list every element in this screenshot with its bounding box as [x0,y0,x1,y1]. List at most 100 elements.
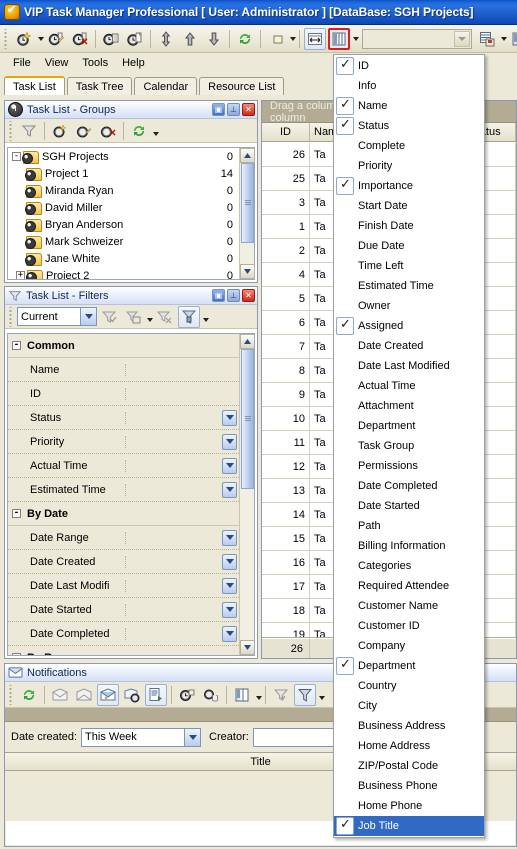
menu-item-categories[interactable]: Categories [334,556,484,576]
new-task-dropdown-arrow[interactable] [38,36,44,41]
inbox-icon[interactable] [97,683,119,706]
view-mode-icon[interactable] [265,28,287,50]
restore-icon[interactable]: ▣ [212,289,225,302]
menu-item-file[interactable]: File [6,56,38,70]
columns-icon[interactable] [231,684,253,706]
apply-filter-icon[interactable] [98,306,120,328]
grid-options-icon[interactable] [508,28,517,50]
columns-dropdown-arrow[interactable] [256,695,262,700]
menu-item-finish-date[interactable]: Finish Date [334,216,484,236]
layout-combo-chevron-down-icon[interactable] [454,30,470,47]
mark-unread-icon[interactable] [73,684,95,706]
edit-task-icon[interactable] [45,28,67,50]
delete-filter-icon[interactable] [178,305,200,328]
filter-row-date-last-modified[interactable]: Date Last Modifi [8,574,239,598]
filter-group-by-resource[interactable]: - By Resource [8,646,239,655]
filter-icon[interactable] [294,683,316,706]
tree-node-bryan-anderson[interactable]: Bryan Anderson 0 [8,216,239,233]
edit-group-icon[interactable] [73,120,95,142]
filter-dropdown-arrow[interactable] [319,695,325,700]
menu-item-time-left[interactable]: Time Left [334,256,484,276]
delete-task-icon[interactable] [69,28,91,50]
tab-task-list[interactable]: Task List [4,76,65,95]
menu-item-name[interactable]: Name [334,96,484,116]
filter-row-priority[interactable]: Priority [8,430,239,454]
menu-item-help[interactable]: Help [115,56,152,70]
scroll-up-icon[interactable] [239,334,254,349]
task-properties-icon[interactable] [100,28,122,50]
menu-item-job-title[interactable]: Job Title [334,816,484,836]
new-group-icon[interactable] [49,120,71,142]
filter-icon[interactable] [18,120,40,142]
menu-item-owner[interactable]: Owner [334,296,484,316]
filter-value[interactable] [126,625,239,642]
menu-item-task-group[interactable]: Task Group [334,436,484,456]
tree-node-sgh-projects[interactable]: - SGH Projects 0 [8,148,239,165]
menu-item-due-date[interactable]: Due Date [334,236,484,256]
scrollbar-thumb[interactable] [240,163,254,243]
refresh-icon[interactable] [234,28,256,50]
chevron-down-icon[interactable] [222,601,237,618]
filter-row-actual-time[interactable]: Actual Time [8,454,239,478]
filter-row-name[interactable]: Name [8,358,239,382]
expander-icon[interactable]: - [12,152,21,161]
menu-item-id[interactable]: ID [334,56,484,76]
filter-value[interactable] [126,481,239,498]
tab-task-tree[interactable]: Task Tree [66,77,133,95]
groups-refresh-dropdown-arrow[interactable] [153,131,159,136]
current-filter-combo[interactable]: Current [17,307,97,326]
filter-value[interactable] [126,553,239,570]
toolbar-grip[interactable] [3,28,10,49]
chevron-down-icon[interactable] [222,433,237,450]
menu-item-date-last-modified[interactable]: Date Last Modified [334,356,484,376]
filters-vertical-scrollbar[interactable] [239,334,254,655]
chevron-down-icon[interactable] [222,529,237,546]
pin-icon[interactable]: ⊥ [227,103,240,116]
chevron-down-icon[interactable] [222,481,237,498]
menu-item-required-attendee[interactable]: Required Attendee [334,576,484,596]
tree-node-miranda-ryan[interactable]: Miranda Ryan 0 [8,182,239,199]
column-chooser-icon[interactable] [328,27,350,50]
filter-row-date-completed[interactable]: Date Completed [8,622,239,646]
filters-toolbar-grip[interactable] [8,306,15,327]
column-chooser-dropdown-arrow[interactable] [353,36,359,41]
filter-row-status[interactable]: Status [8,406,239,430]
new-subtask-icon[interactable] [124,28,146,50]
new-task-icon[interactable] [13,28,35,50]
best-fit-columns-icon[interactable] [304,27,326,50]
menu-item-company[interactable]: Company [334,636,484,656]
scroll-down-icon[interactable] [239,640,254,655]
save-filter-icon[interactable] [122,306,144,328]
delete-filter-dropdown-arrow[interactable] [203,317,209,322]
filter-value[interactable] [126,457,239,474]
filter-row-date-started[interactable]: Date Started [8,598,239,622]
restore-icon[interactable]: ▣ [212,103,225,116]
move-updown-icon[interactable] [155,28,177,50]
menu-item-city[interactable]: City [334,696,484,716]
date-created-chevron-down-icon[interactable] [184,728,201,746]
menu-item-customer-id[interactable]: Customer ID [334,616,484,636]
delete-group-icon[interactable] [97,120,119,142]
scroll-down-icon[interactable] [239,264,255,279]
chevron-down-icon[interactable] [222,409,237,426]
tree-node-project-2[interactable]: + Project 2 0 [8,267,239,279]
clear-filter-icon[interactable] [270,684,292,706]
pin-icon[interactable]: ⊥ [227,289,240,302]
menu-item-business-phone[interactable]: Business Phone [334,776,484,796]
refresh-icon[interactable] [128,120,150,142]
menu-item-business-address[interactable]: Business Address [334,716,484,736]
filter-value[interactable] [126,601,239,618]
tree-node-david-miller[interactable]: David Miller 0 [8,199,239,216]
filter-row-id[interactable]: ID [8,382,239,406]
close-icon[interactable]: ✕ [242,289,255,302]
menu-item-importance[interactable]: Importance [334,176,484,196]
filter-value[interactable] [126,577,239,594]
current-filter-chevron-down-icon[interactable] [80,308,96,325]
expander-icon[interactable]: + [16,271,25,279]
menu-item-complete[interactable]: Complete [334,136,484,156]
menu-item-date-started[interactable]: Date Started [334,496,484,516]
expander-icon[interactable]: - [12,509,21,518]
filter-row-estimated-time[interactable]: Estimated Time [8,478,239,502]
menu-item-date-completed[interactable]: Date Completed [334,476,484,496]
filter-group-common[interactable]: - Common [8,334,239,358]
